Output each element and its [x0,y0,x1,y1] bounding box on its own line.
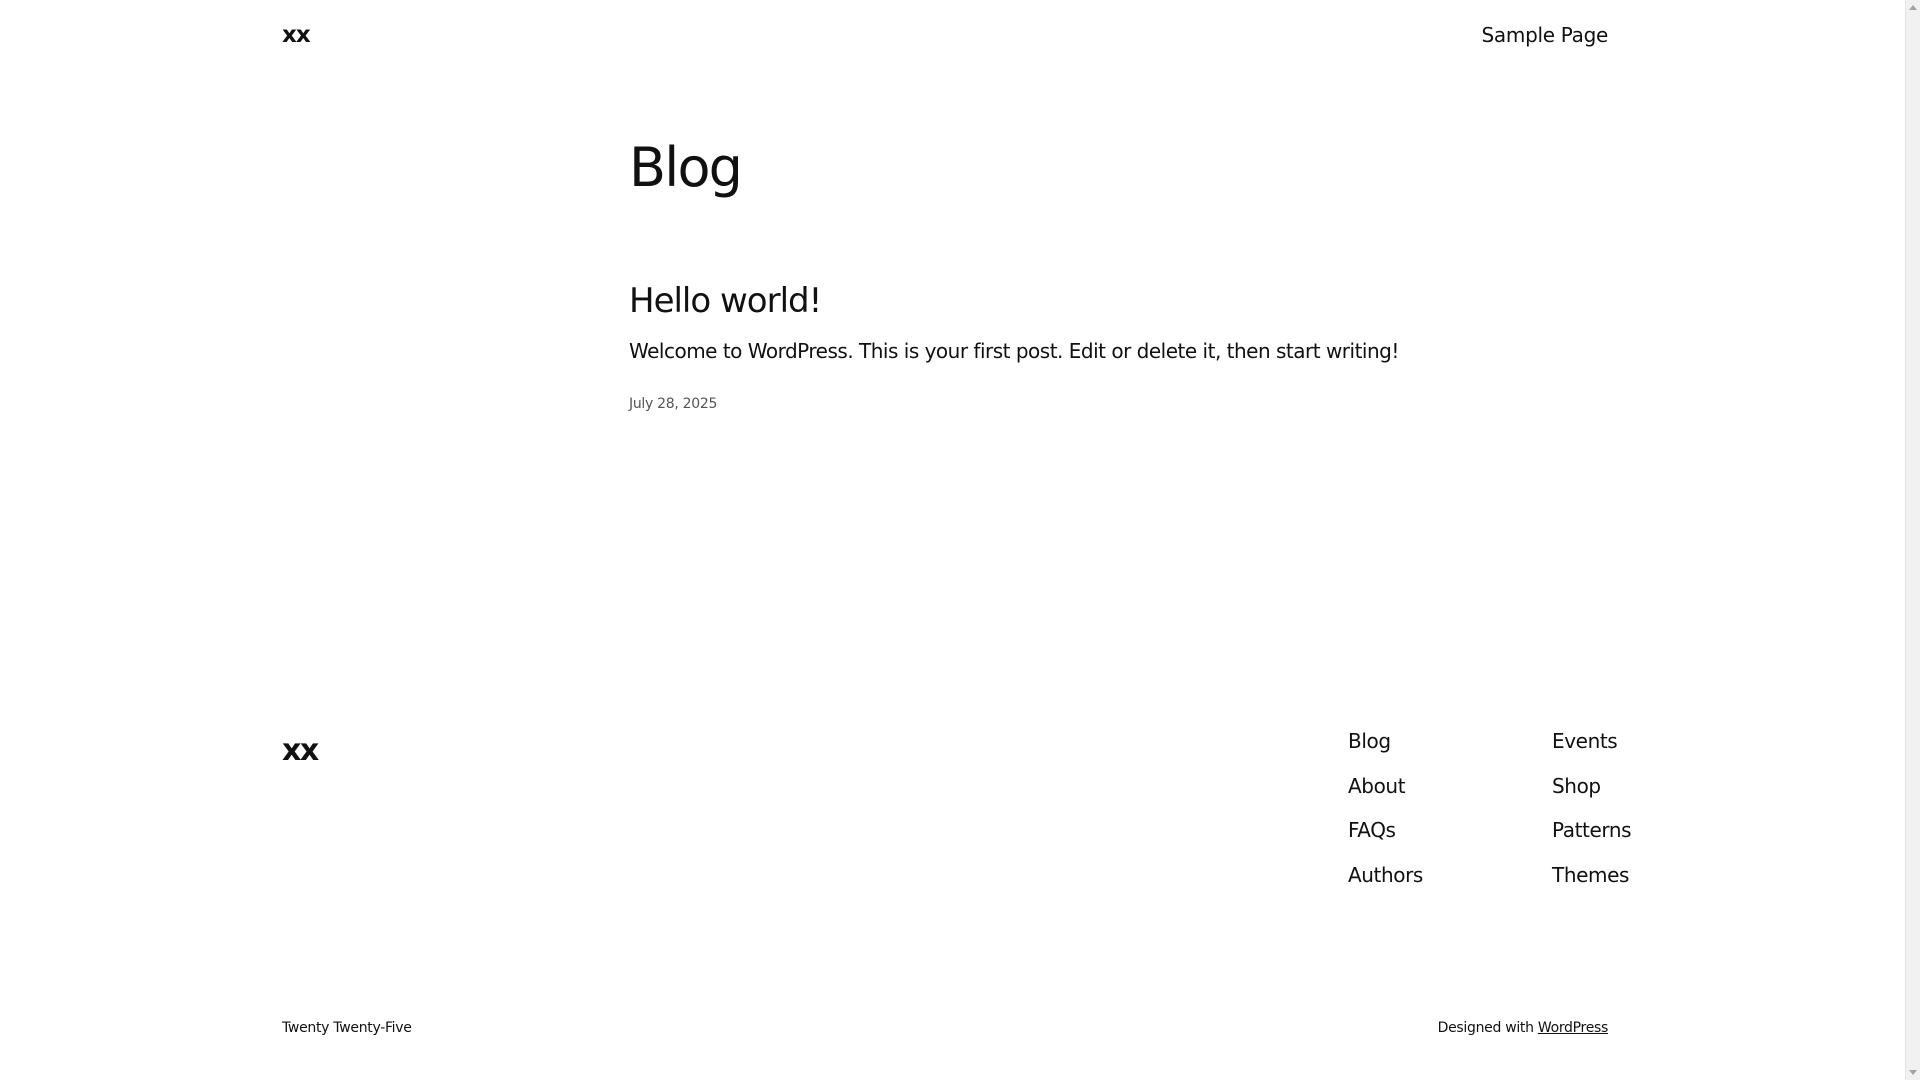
post-date-link[interactable]: July 28, 2025 [629,394,717,414]
post-title: Hello world! [629,279,822,323]
footer-link-faqs[interactable]: FAQs [1348,818,1396,842]
footer-nav-item: Blog [1348,728,1423,754]
page: xx Sample Page Blog Hello world! Welcome… [0,0,1905,1080]
theme-credit: Twenty Twenty-Five [282,1020,412,1036]
footer-nav-item: Events [1552,728,1631,754]
vertical-scrollbar[interactable] [1905,0,1920,1080]
page-title: Blog [629,136,743,199]
credit-prefix: Designed with [1437,1020,1534,1036]
footer-site-title-link[interactable]: xx [282,731,319,771]
footer-link-authors[interactable]: Authors [1348,863,1423,887]
footer-nav-column-2: Events Shop Patterns Themes [1552,728,1632,906]
designed-with-credit: Designed with WordPress [1437,1018,1609,1038]
site-title-link[interactable]: xx [282,20,311,50]
post-excerpt: Welcome to WordPress. This is your first… [629,339,1399,363]
chevron-up-icon[interactable] [1909,5,1917,10]
footer-nav-item: Authors [1348,862,1423,888]
footer-link-about[interactable]: About [1348,774,1406,798]
post-title-link[interactable]: Hello world! [629,281,822,321]
footer-link-events[interactable]: Events [1552,729,1618,753]
footer-nav-column-1: Blog About FAQs Authors [1348,728,1423,906]
footer-link-themes[interactable]: Themes [1552,863,1629,887]
footer-link-shop[interactable]: Shop [1552,774,1601,798]
footer-nav-item: Patterns [1552,817,1632,843]
nav-item-sample-page[interactable]: Sample Page [1482,23,1609,47]
chevron-down-icon[interactable] [1909,1070,1917,1075]
footer-link-patterns[interactable]: Patterns [1552,818,1632,842]
footer-nav-item: Shop [1552,773,1631,799]
footer-nav-item: About [1348,773,1423,799]
header-nav: Sample Page [1482,22,1609,48]
footer-nav-item: Themes [1552,862,1631,888]
footer-link-blog[interactable]: Blog [1348,729,1391,753]
footer-nav-item: FAQs [1348,817,1423,843]
wordpress-link[interactable]: WordPress [1538,1020,1608,1036]
